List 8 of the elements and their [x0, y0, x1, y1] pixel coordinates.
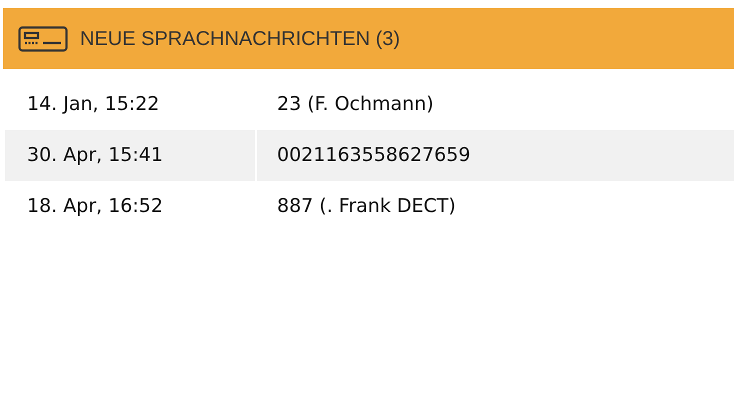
- message-caller: 887 (. Frank DECT): [276, 194, 457, 220]
- panel-title: NEUE SPRACHNACHRICHTEN (3): [80, 26, 400, 52]
- message-caller: 0021163558627659: [257, 130, 734, 181]
- message-time: 30. Apr, 15:41: [5, 130, 255, 181]
- message-time: 14. Jan, 15:22: [26, 92, 160, 118]
- message-time: 18. Apr, 16:52: [26, 194, 164, 220]
- answering-machine-icon: [18, 26, 68, 52]
- message-caller: 23 (F. Ochmann): [276, 92, 435, 118]
